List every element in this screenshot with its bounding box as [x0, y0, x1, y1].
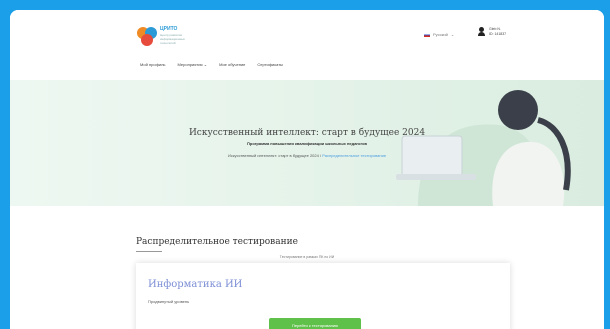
- breadcrumb-item-current: Распределительное тестирование: [322, 153, 387, 158]
- language-selector[interactable]: Русский ⌄: [424, 32, 454, 37]
- nav-item-certificates[interactable]: Сертификаты: [257, 62, 283, 67]
- browser-window: ЦРИТО Центр развития информационных техн…: [10, 10, 604, 329]
- hero-banner: Искусственный интеллект: старт в будущее…: [10, 80, 604, 206]
- brand-logo[interactable]: ЦРИТО Центр развития информационных техн…: [136, 25, 194, 47]
- section-note: Тестирование в рамках ПК по ИИ: [279, 255, 335, 259]
- breadcrumb: Искусственный интеллект: старт в будущее…: [10, 153, 604, 158]
- section-title: Распределительное тестирование: [136, 237, 298, 247]
- breadcrumb-item-course[interactable]: Искусственный интеллект: старт в будущее…: [228, 153, 319, 158]
- nav-item-events[interactable]: Мероприятия ⌄: [178, 62, 208, 67]
- brand-name: ЦРИТО: [160, 26, 178, 32]
- test-card: Информатика ИИ Продвинутый уровень Перей…: [136, 263, 510, 329]
- russian-flag-icon: [424, 32, 430, 37]
- language-label: Русский: [433, 32, 448, 37]
- section-divider: [136, 251, 162, 252]
- start-test-button[interactable]: Перейти к тестированию: [269, 318, 361, 329]
- main-nav: Мой профиль Мероприятия ⌄ Мое обучение С…: [140, 62, 283, 67]
- user-id: ID: 141837: [489, 32, 507, 36]
- chevron-down-icon: ⌄: [450, 32, 455, 37]
- program-subtitle: Программа повышения квалификации школьны…: [247, 141, 367, 146]
- card-level: Продвинутый уровень: [148, 299, 190, 304]
- page-title: Искусственный интеллект: старт в будущее…: [188, 128, 426, 138]
- card-title: Информатика ИИ: [148, 279, 243, 290]
- nav-item-profile[interactable]: Мой профиль: [140, 62, 166, 67]
- nav-item-learning[interactable]: Мое обучение: [219, 62, 245, 67]
- header: ЦРИТО Центр развития информационных техн…: [10, 10, 604, 67]
- user-menu[interactable]: Gleb N. ID: 141837: [478, 27, 506, 37]
- user-icon: [478, 27, 485, 36]
- logo-icon: [137, 27, 157, 46]
- brand-subtitle: Центр развития информационных технологий: [160, 33, 185, 45]
